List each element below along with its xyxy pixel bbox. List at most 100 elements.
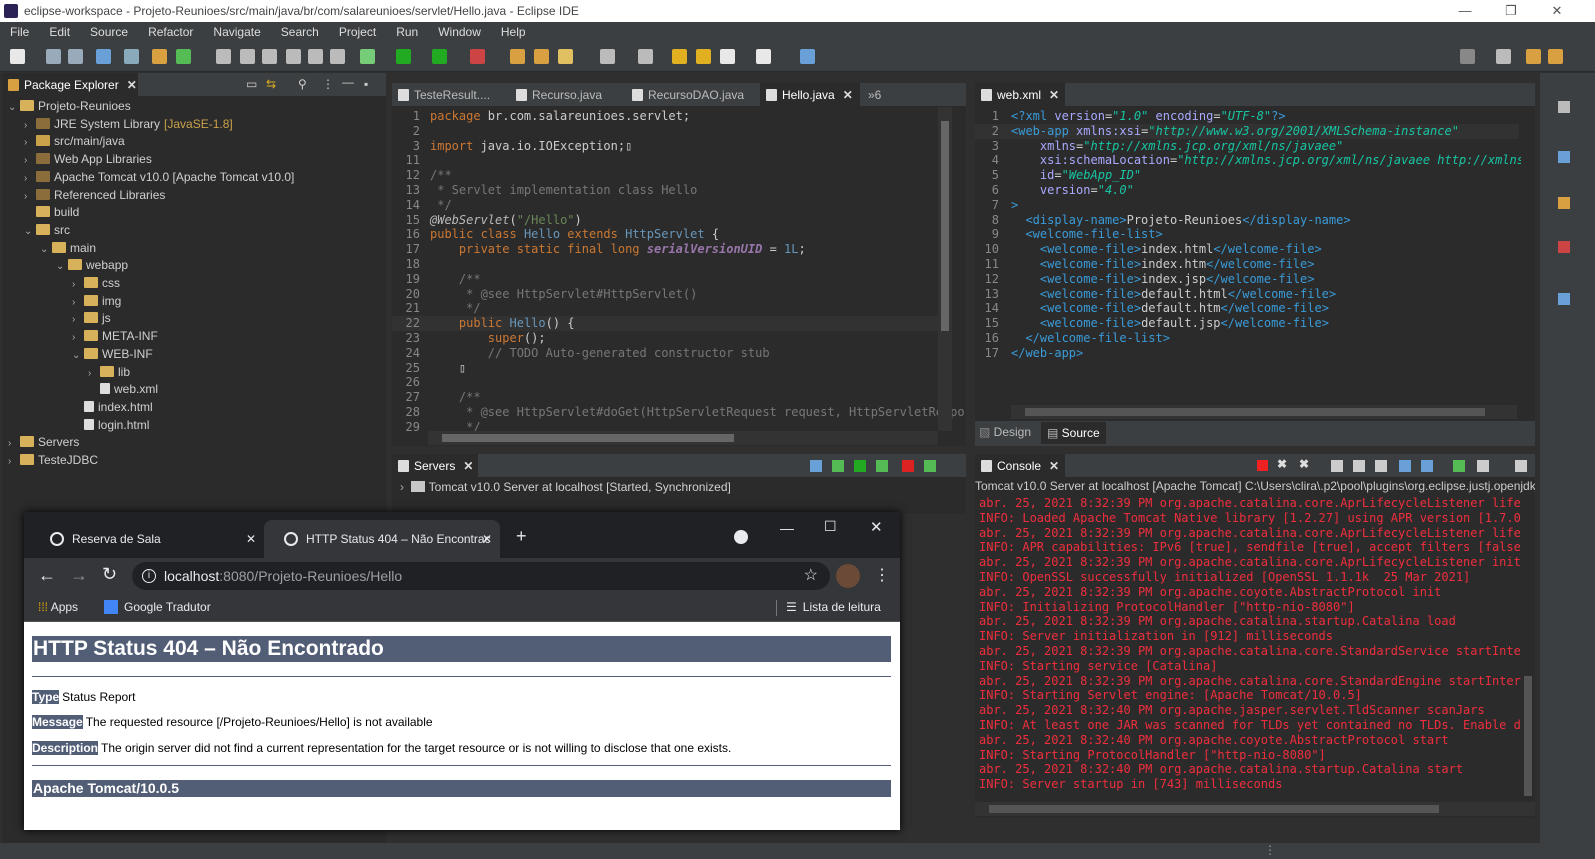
tree-item[interactable]: ⌄ main (40, 239, 96, 257)
tree-item[interactable]: › META-INF (72, 327, 158, 345)
console-output[interactable]: abr. 25, 2021 8:32:39 PM org.apache.cata… (975, 492, 1535, 802)
bookmark-star-icon[interactable]: ☆ (804, 562, 818, 590)
code-line[interactable]: 13 * Servlet implementation class Hello (392, 183, 938, 198)
bookmark-apps[interactable]: ⁞⁞⁞ Apps (38, 600, 78, 614)
code-line[interactable]: 22 public Hello() { (392, 316, 938, 331)
java-code-area[interactable]: 1 package br.com.salareunioes.servlet; 2 3 i… (392, 107, 965, 434)
restore-icon[interactable] (1558, 101, 1570, 113)
scroll-thumb[interactable] (989, 805, 1439, 813)
avatar[interactable] (836, 564, 860, 588)
tree-item[interactable]: ⌄ Projeto-Reunioes (8, 97, 131, 115)
tree-item[interactable]: › js (72, 309, 111, 327)
menu-window[interactable]: Window (428, 25, 491, 39)
xml-line[interactable]: 12 <welcome-file>index.jsp</welcome-file… (975, 272, 1519, 287)
tree-item[interactable]: › Web App Libraries (24, 150, 152, 168)
browser-close-icon[interactable]: ✕ (870, 518, 883, 536)
word-wrap-icon[interactable] (1375, 460, 1387, 472)
expand-arrow-icon[interactable]: › (400, 480, 411, 494)
code-line[interactable]: 1 package br.com.salareunioes.servlet; (392, 109, 938, 124)
tree-item[interactable]: › img (72, 292, 121, 310)
browser-maximize-icon[interactable]: ☐ (824, 518, 837, 535)
new-tab-icon[interactable]: + (516, 526, 527, 547)
code-line[interactable]: 21 */ (392, 301, 938, 316)
mark-icon[interactable] (286, 49, 301, 64)
tree-item[interactable]: ⌄ webapp (56, 256, 128, 274)
tree-item[interactable]: › lib (88, 363, 130, 381)
tree-item[interactable]: › src/main/java (24, 132, 125, 150)
view-menu-icon[interactable]: ⋮ (322, 77, 334, 91)
show-stdout-icon[interactable] (1399, 460, 1411, 472)
chevron-down-icon[interactable]: ⌄ (72, 347, 84, 365)
skip-breakpoints-icon[interactable] (124, 49, 139, 64)
tab-source[interactable]: ▤ Source (1041, 422, 1106, 444)
xml-line[interactable]: 2 <web-app xmlns:xsi="http://www.w3.org/2… (975, 123, 1519, 139)
save-all-icon[interactable] (68, 49, 83, 64)
code-line[interactable]: 17 private static final long serialVersi… (392, 242, 938, 257)
open-console-icon[interactable] (1515, 460, 1527, 472)
menu-refactor[interactable]: Refactor (138, 25, 203, 39)
code-line[interactable]: 14 */ (392, 198, 938, 213)
forward-icon[interactable]: → (70, 565, 88, 586)
filter-icon[interactable]: ⚲ (298, 77, 307, 91)
pin-icon[interactable] (638, 49, 653, 64)
pin-console-icon[interactable] (1453, 460, 1465, 472)
profile-server-icon[interactable] (876, 460, 888, 472)
xml-line[interactable]: 15 <welcome-file>default.jsp</welcome-fi… (975, 316, 1519, 331)
remove-all-icon[interactable]: ✖ (1299, 457, 1309, 471)
scroll-thumb[interactable] (1025, 408, 1485, 416)
remove-launch-icon[interactable]: ✖ (1277, 457, 1287, 471)
next-edit-icon[interactable] (696, 49, 711, 64)
tab-web-xml[interactable]: web.xml ✕ (975, 83, 1065, 107)
code-line[interactable]: 18 (392, 257, 938, 272)
tree-item[interactable]: › TesteJDBC (8, 451, 98, 469)
chevron-down-icon[interactable]: ⌄ (24, 223, 36, 241)
tab-overflow[interactable]: »6 (862, 83, 881, 107)
close-tab-icon[interactable]: ✕ (463, 459, 473, 473)
chevron-right-icon[interactable]: › (8, 453, 20, 471)
minimize-icon[interactable]: — (1442, 0, 1488, 22)
chevron-down-icon[interactable]: ⌄ (8, 99, 20, 117)
tree-item[interactable]: › Servers (8, 433, 79, 451)
xml-line[interactable]: 10 <welcome-file>index.html</welcome-fil… (975, 242, 1519, 257)
code-line[interactable]: 20 * @see HttpServlet#HttpServlet() (392, 287, 938, 302)
xml-vertical-scrollbar[interactable] (1521, 109, 1535, 405)
javadoc-icon[interactable] (1558, 293, 1570, 305)
new-package-icon[interactable] (152, 49, 167, 64)
xml-line[interactable]: 11 <welcome-file>index.htm</welcome-file… (975, 257, 1519, 272)
xml-code-area[interactable]: 1 <?xml version="1.0" encoding="UTF-8"?> 2… (975, 109, 1535, 405)
clear-console-icon[interactable] (1331, 460, 1343, 472)
site-info-icon[interactable]: i (142, 569, 156, 583)
xml-line[interactable]: 1 <?xml version="1.0" encoding="UTF-8"?> (975, 109, 1519, 124)
maximize-icon[interactable]: ❐ (1488, 0, 1534, 22)
browser-minimize-icon[interactable]: — (780, 520, 794, 536)
reload-icon[interactable]: ↻ (102, 564, 117, 585)
java-perspective-icon[interactable] (1548, 49, 1563, 64)
code-line[interactable]: 23 super(); (392, 331, 938, 346)
prev-edit-icon[interactable] (672, 49, 687, 64)
close-tab-icon[interactable]: ✕ (246, 520, 256, 558)
link-editor-icon[interactable]: ⇆ (266, 77, 276, 91)
outline-icon[interactable] (1558, 151, 1570, 163)
tab-console[interactable]: Console ✕ (975, 454, 1065, 478)
code-line[interactable]: 16 public class Hello extends HttpServlet… (392, 227, 938, 242)
close-tab-icon[interactable]: ✕ (127, 78, 137, 92)
tree-item[interactable]: index.html (72, 398, 153, 416)
xml-line[interactable]: 8 <display-name>Projeto-Reunioes</displa… (975, 213, 1519, 228)
scroll-thumb[interactable] (442, 434, 734, 442)
menu-file[interactable]: File (0, 25, 39, 39)
console-vertical-scrollbar[interactable] (1521, 492, 1535, 802)
tree-item[interactable]: build (24, 203, 79, 221)
browser-tab-404[interactable]: HTTP Status 404 – Não Encontrac ✕ (264, 520, 500, 558)
reading-list-button[interactable]: ☰ Lista de leitura (786, 600, 881, 614)
publish-icon[interactable] (924, 460, 936, 472)
code-line[interactable]: 3 import java.io.IOException;▯ (392, 139, 938, 154)
server-entry[interactable]: › Tomcat v10.0 Server at localhost [Star… (400, 480, 731, 494)
scroll-lock-icon[interactable] (1353, 460, 1365, 472)
console-horizontal-scrollbar[interactable] (975, 802, 1535, 816)
xml-line[interactable]: 13 <welcome-file>default.html</welcome-f… (975, 287, 1519, 302)
menu-source[interactable]: Source (80, 25, 138, 39)
code-line[interactable]: 11 (392, 153, 938, 168)
scroll-thumb[interactable] (941, 121, 949, 331)
tab-servers[interactable]: Servers ✕ (392, 454, 478, 478)
annotation-icon[interactable] (600, 49, 615, 64)
